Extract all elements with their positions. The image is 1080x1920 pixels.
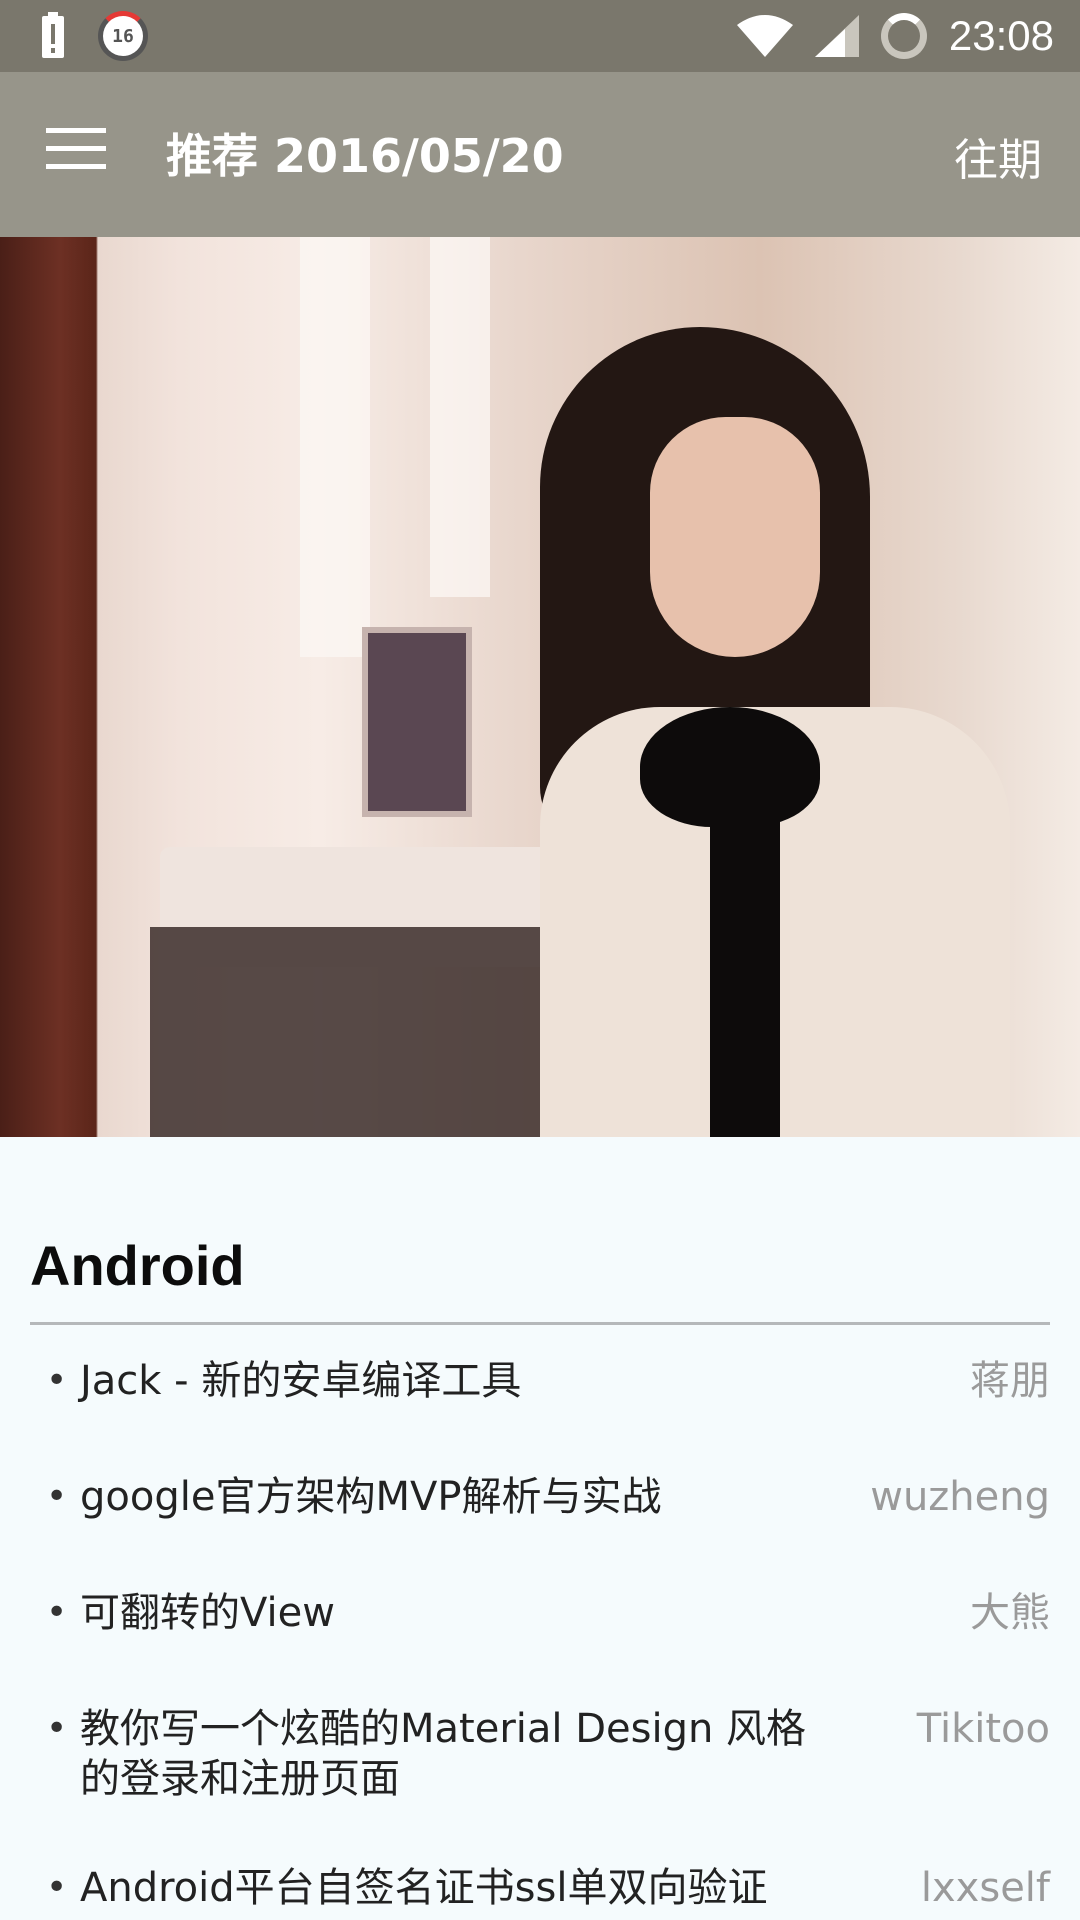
list-item[interactable]: • Android平台自签名证书ssl单双向验证 lxxself — [30, 1856, 1050, 1920]
bullet: • — [46, 1867, 68, 1908]
bullet: • — [46, 1708, 68, 1749]
status-left: 16 — [38, 10, 148, 62]
article-author: lxxself — [920, 1865, 1050, 1911]
article-author: wuzheng — [870, 1474, 1050, 1520]
toolbar-title: 推荐 2016/05/20 — [166, 129, 564, 183]
status-right: 23:08 — [736, 10, 1054, 62]
article-author: 蒋朋 — [970, 1358, 1050, 1404]
list-item[interactable]: • google官方架构MVP解析与实战 wuzheng — [30, 1465, 1050, 1529]
bullet: • — [46, 1360, 68, 1401]
photo-window — [430, 237, 490, 597]
article-title[interactable]: Jack - 新的安卓编译工具 — [80, 1349, 840, 1413]
bullet: • — [46, 1476, 68, 1517]
clock: 23:08 — [948, 12, 1054, 59]
article-title[interactable]: 可翻转的View — [80, 1581, 840, 1645]
wifi-icon — [736, 15, 793, 57]
article-title[interactable]: google官方架构MVP解析与实战 — [80, 1465, 840, 1529]
list-item[interactable]: • 教你写一个炫酷的Material Design 风格的登录和注册页面 Tik… — [30, 1697, 1050, 1804]
list-item[interactable]: • 可翻转的View 大熊 — [30, 1581, 1050, 1645]
badge-number: 16 — [112, 25, 134, 47]
photo-window — [300, 237, 370, 657]
section-title: Android — [30, 1234, 245, 1297]
article-title[interactable]: 教你写一个炫酷的Material Design 风格的登录和注册页面 — [80, 1697, 840, 1804]
notification-badge: 16 — [98, 11, 148, 61]
photo-monitor — [362, 627, 472, 817]
hamburger-menu-icon[interactable] — [46, 128, 106, 180]
photo-face — [650, 417, 820, 657]
sync-progress-icon — [880, 13, 927, 59]
article-author: Tikitoo — [916, 1706, 1050, 1752]
article-list: • Jack - 新的安卓编译工具 蒋朋 • google官方架构MVP解析与实… — [30, 1349, 1050, 1920]
article-section: Android • Jack - 新的安卓编译工具 蒋朋 • google官方架… — [0, 1137, 1080, 1920]
article-title[interactable]: Android平台自签名证书ssl单双向验证 — [80, 1856, 840, 1920]
status-bar: 16 23:08 — [0, 0, 1080, 72]
cell-signal-icon — [814, 15, 859, 57]
history-button[interactable]: 往期 — [954, 124, 1042, 188]
list-item[interactable]: • Jack - 新的安卓编译工具 蒋朋 — [30, 1349, 1050, 1413]
section-divider — [30, 1322, 1050, 1325]
toolbar: 推荐 2016/05/20 往期 — [0, 72, 1080, 237]
article-author: 大熊 — [970, 1590, 1050, 1636]
photo-person — [540, 327, 1030, 1137]
bullet: • — [46, 1592, 68, 1633]
battery-alert-icon — [42, 12, 64, 58]
hero-photo[interactable] — [0, 237, 1080, 1137]
photo-tie — [710, 807, 780, 1137]
